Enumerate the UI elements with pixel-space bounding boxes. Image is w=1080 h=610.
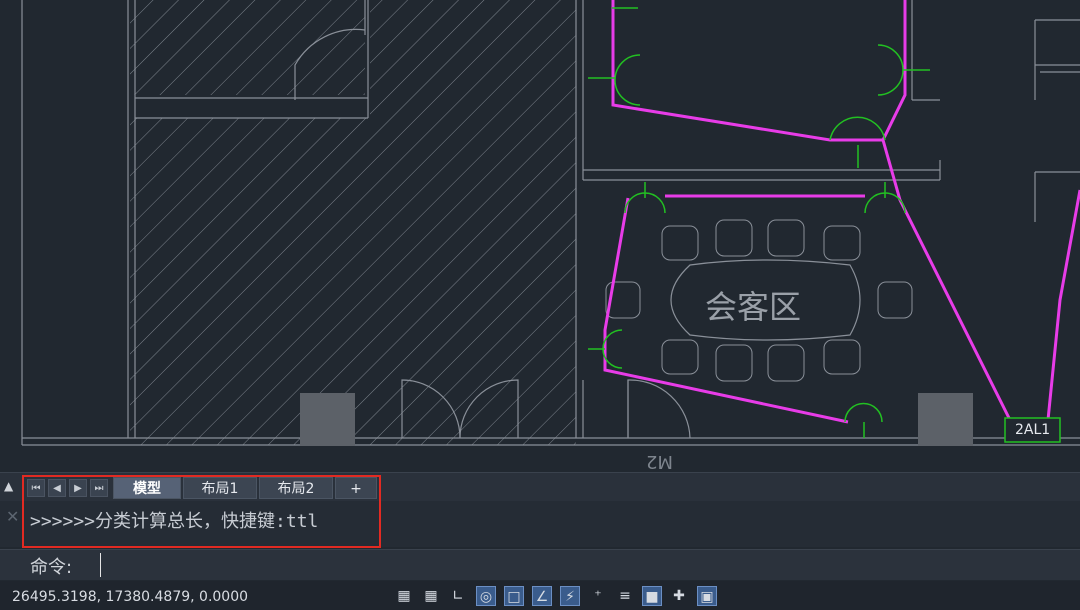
lineweight-icon[interactable]: ≡: [615, 586, 635, 606]
cursor-coordinates: 26495.3198, 17380.4879, 0.0000: [12, 589, 249, 605]
command-input[interactable]: [100, 553, 1007, 577]
room-label: 会客区: [705, 288, 802, 326]
tab-model[interactable]: 模型: [113, 477, 181, 499]
dynamic-ucs-icon[interactable]: ⚡: [560, 586, 580, 606]
selected-polylines: [603, 0, 1080, 424]
annotation-monitor-icon[interactable]: ▣: [697, 586, 717, 606]
tab-layout2[interactable]: 布局2: [259, 477, 333, 499]
floor-plan-drawing: [21, 0, 1080, 446]
collapse-arrow-icon[interactable]: ▲: [4, 479, 13, 493]
grid-display-icon[interactable]: ▦: [394, 586, 414, 606]
last-tab-icon[interactable]: ⏭: [90, 479, 108, 497]
transparency-icon[interactable]: ■: [642, 586, 662, 606]
polar-tracking-icon[interactable]: ◎: [476, 586, 496, 606]
command-history-line: >>>>>>分类计算总长，快捷键:ttl: [30, 511, 319, 532]
prev-tab-icon[interactable]: ◀: [48, 479, 66, 497]
add-layout-button[interactable]: +: [335, 477, 377, 499]
next-tab-icon[interactable]: ▶: [69, 479, 87, 497]
hatch-area-upper: [130, 0, 365, 95]
ortho-mode-icon[interactable]: ∟: [448, 586, 468, 606]
green-symbols: [588, 7, 930, 438]
layout-tab-bar: ▲ ⏮ ◀ ▶ ⏭ 模型 布局1 布局2 +: [0, 472, 1080, 501]
command-prompt: 命令:: [30, 557, 73, 578]
tab-layout1[interactable]: 布局1: [183, 477, 257, 499]
door-tag-label: M2: [646, 451, 673, 472]
snap-mode-icon[interactable]: ▦: [421, 586, 441, 606]
object-snap-tracking-icon[interactable]: ∠: [532, 586, 552, 606]
panel-tag-label: 2AL1: [1015, 422, 1051, 438]
drawing-canvas[interactable]: 会客区 2AL1 M2: [0, 0, 1080, 472]
object-snap-icon[interactable]: □: [504, 586, 524, 606]
command-history: ✕ >>>>>>分类计算总长，快捷键:ttl: [0, 501, 1080, 547]
first-tab-icon[interactable]: ⏮: [27, 479, 45, 497]
close-icon[interactable]: ✕: [6, 507, 19, 526]
command-line: 命令:: [0, 549, 1080, 580]
selection-cycling-icon[interactable]: ✚: [669, 586, 689, 606]
dynamic-input-icon[interactable]: ⁺: [588, 586, 608, 606]
hatch-area-right: [370, 0, 576, 118]
status-bar: 26495.3198, 17380.4879, 0.0000 ▦ ▦ ∟ ◎ □…: [0, 581, 1080, 610]
